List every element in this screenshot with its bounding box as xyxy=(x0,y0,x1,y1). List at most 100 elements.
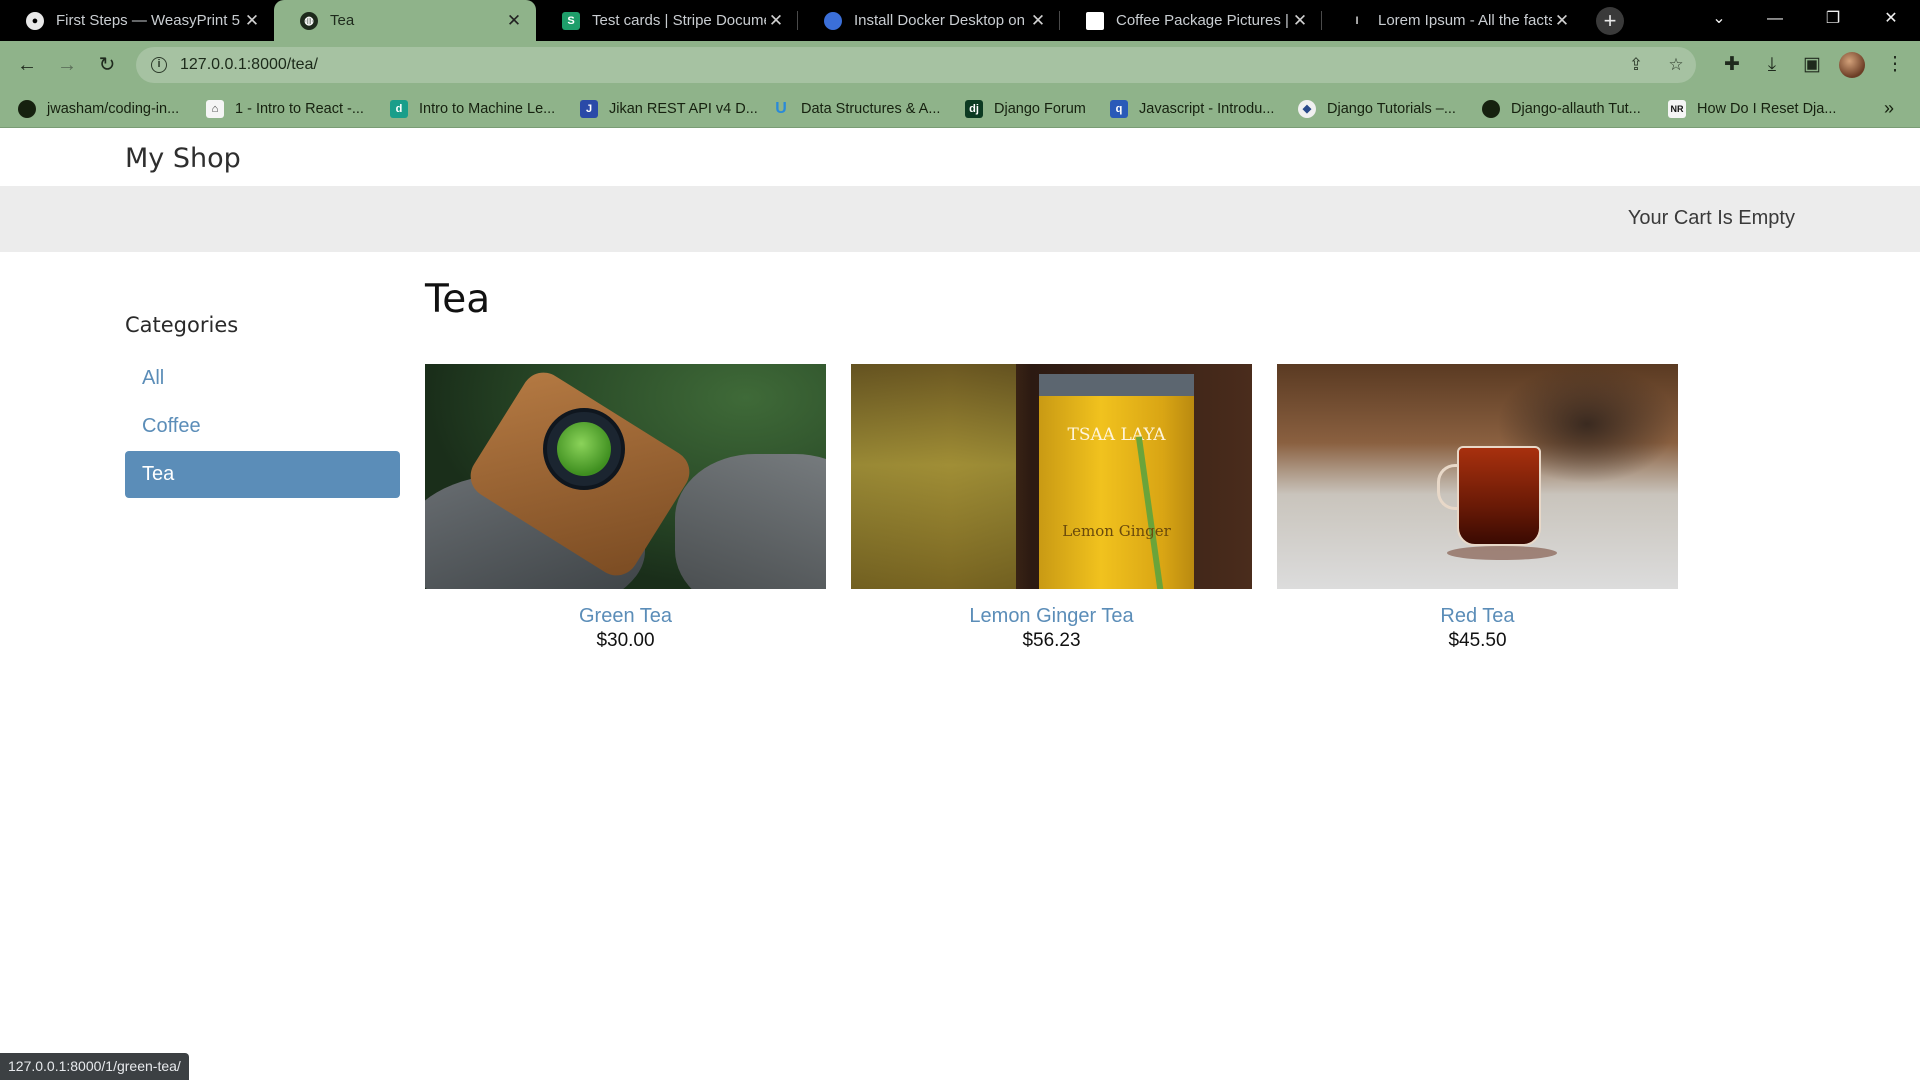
bookmark-label: Django-allauth Tut... xyxy=(1511,100,1641,117)
dj-icon: dj xyxy=(965,99,983,118)
category-coffee[interactable]: Coffee xyxy=(125,403,400,450)
tab-title: Test cards | Stripe Documen xyxy=(592,12,766,29)
product-name-link[interactable]: Lemon Ginger Tea xyxy=(851,605,1252,628)
close-icon[interactable]: ✕ xyxy=(1028,11,1048,31)
github-icon: ● xyxy=(26,11,44,30)
nr-icon: NR xyxy=(1668,99,1686,118)
site-info-icon[interactable]: i xyxy=(151,57,167,73)
red-tea-image[interactable] xyxy=(1277,364,1678,589)
tab-strip: ● First Steps — WeasyPrint 5 ✕ ◍ Tea ✕ S… xyxy=(0,0,1920,41)
cart-bar: Your Cart Is Empty xyxy=(0,186,1920,252)
minimize-button[interactable]: — xyxy=(1752,0,1798,41)
bookmark-item[interactable]: d Intro to Machine Le... xyxy=(390,89,555,128)
extensions-icon[interactable]: ✚ xyxy=(1717,50,1747,80)
tab-title: First Steps — WeasyPrint 5 xyxy=(56,12,240,29)
restore-button[interactable]: ❐ xyxy=(1810,0,1856,41)
more-bookmarks-icon[interactable]: » xyxy=(1884,89,1894,128)
bookmark-label: Django Tutorials –... xyxy=(1327,100,1456,117)
github-icon xyxy=(18,99,36,118)
bookmark-label: How Do I Reset Dja... xyxy=(1697,100,1837,117)
green-tea-image[interactable] xyxy=(425,364,826,589)
url-text[interactable]: 127.0.0.1:8000/tea/ xyxy=(180,56,1616,74)
tab-title: Tea xyxy=(330,12,355,29)
product-name-link[interactable]: Green Tea xyxy=(425,605,826,628)
browser-toolbar: ← → ↻ i 127.0.0.1:8000/tea/ ⇪ ☆ ✚ ⤓ ▣ ⋮ xyxy=(0,41,1920,89)
forward-button[interactable]: → xyxy=(52,50,82,80)
cart-status: Your Cart Is Empty xyxy=(1627,207,1795,229)
bookmark-label: Intro to Machine Le... xyxy=(419,100,556,117)
tab-lorem-ipsum[interactable]: I Lorem Ipsum - All the facts ✕ xyxy=(1322,0,1584,41)
tab-docker[interactable]: Install Docker Desktop on V ✕ xyxy=(798,0,1060,41)
close-icon[interactable]: ✕ xyxy=(766,11,786,31)
tab-weasyprint[interactable]: ● First Steps — WeasyPrint 5 ✕ xyxy=(0,0,274,41)
close-icon[interactable]: ✕ xyxy=(1552,11,1572,31)
address-bar[interactable]: i 127.0.0.1:8000/tea/ ⇪ ☆ xyxy=(136,47,1696,83)
close-window-button[interactable]: ✕ xyxy=(1868,0,1914,41)
bookmark-item[interactable]: J Jikan REST API v4 D... xyxy=(580,89,758,128)
globe-icon xyxy=(1482,99,1500,118)
stripe-icon: S xyxy=(562,11,580,30)
category-list: All Coffee Tea xyxy=(125,355,400,499)
tab-title: Install Docker Desktop on V xyxy=(854,12,1028,29)
bookmark-star-icon[interactable]: ☆ xyxy=(1656,55,1696,75)
d-icon: d xyxy=(390,99,408,118)
bookmark-item[interactable]: NR How Do I Reset Dja... xyxy=(1668,89,1836,128)
bookmark-item[interactable]: ◆ Django Tutorials –... xyxy=(1298,89,1456,128)
page-title: Tea xyxy=(425,277,491,322)
bookmark-label: Data Structures & A... xyxy=(801,100,941,117)
bookmark-item[interactable]: U Data Structures & A... xyxy=(772,89,940,128)
product-card: Red Tea $45.50 xyxy=(1277,364,1678,652)
bookmark-label: Jikan REST API v4 D... xyxy=(609,100,758,117)
lemon-ginger-tea-image[interactable]: TSAA LAYA Lemon Ginger xyxy=(851,364,1252,589)
new-tab-button[interactable]: + xyxy=(1596,7,1624,35)
bookmark-item[interactable]: ⌂ 1 - Intro to React -... xyxy=(206,89,364,128)
bookmark-item[interactable]: dj Django Forum xyxy=(965,89,1086,128)
share-icon[interactable]: ⇪ xyxy=(1616,55,1656,75)
page-content: My Shop Your Cart Is Empty Categories Al… xyxy=(0,129,1920,1080)
bookmark-item[interactable]: jwasham/coding-in... xyxy=(18,89,179,128)
u-icon: U xyxy=(775,99,787,117)
q-icon: q xyxy=(1110,99,1128,118)
unsplash-icon xyxy=(1086,11,1104,30)
back-button[interactable]: ← xyxy=(12,50,42,80)
bookmark-label: Javascript - Introdu... xyxy=(1139,100,1275,117)
reload-button[interactable]: ↻ xyxy=(92,50,122,80)
close-icon[interactable]: ✕ xyxy=(1290,11,1310,31)
product-grid: Green Tea $30.00 TSAA LAYA Lemon Ginger … xyxy=(425,364,1680,684)
bookmark-item[interactable]: q Javascript - Introdu... xyxy=(1110,89,1274,128)
categories-title: Categories xyxy=(125,313,239,337)
profile-avatar[interactable] xyxy=(1839,52,1865,78)
bookmarks-bar: jwasham/coding-in... ⌂ 1 - Intro to Reac… xyxy=(0,89,1920,128)
product-price: $30.00 xyxy=(596,630,655,651)
shop-brand[interactable]: My Shop xyxy=(125,143,241,174)
side-panel-icon[interactable]: ▣ xyxy=(1797,50,1827,80)
python-icon: ◆ xyxy=(1298,99,1316,118)
product-price: $56.23 xyxy=(1022,630,1081,651)
tab-tea[interactable]: ◍ Tea ✕ xyxy=(274,0,536,41)
bookmark-item[interactable]: Django-allauth Tut... xyxy=(1482,89,1641,128)
lipsum-icon: I xyxy=(1355,14,1359,27)
tin-brand-text: TSAA LAYA xyxy=(1067,425,1166,445)
building-icon: ⌂ xyxy=(206,99,224,118)
bookmark-label: 1 - Intro to React -... xyxy=(235,100,364,117)
close-icon[interactable]: ✕ xyxy=(242,11,262,31)
menu-icon[interactable]: ⋮ xyxy=(1880,50,1910,80)
product-card: TSAA LAYA Lemon Ginger Lemon Ginger Tea … xyxy=(851,364,1252,652)
product-name-link[interactable]: Red Tea xyxy=(1277,605,1678,628)
tab-title: Lorem Ipsum - All the facts xyxy=(1378,12,1552,29)
product-price: $45.50 xyxy=(1448,630,1507,651)
j-icon: J xyxy=(580,99,598,118)
category-tea[interactable]: Tea xyxy=(125,451,400,498)
tab-stripe[interactable]: S Test cards | Stripe Documen ✕ xyxy=(536,0,798,41)
download-icon[interactable]: ⤓ xyxy=(1757,50,1787,80)
product-card: Green Tea $30.00 xyxy=(425,364,826,652)
tab-coffee-pictures[interactable]: Coffee Package Pictures | D ✕ xyxy=(1060,0,1322,41)
firefox-icon xyxy=(824,11,842,30)
tab-search-button[interactable]: ⌄ xyxy=(1696,0,1742,41)
bookmark-label: Django Forum xyxy=(994,100,1086,117)
status-url-bubble: 127.0.0.1:8000/1/green-tea/ xyxy=(0,1053,189,1080)
category-all[interactable]: All xyxy=(125,355,400,402)
tin-label-text: Lemon Ginger xyxy=(1062,522,1171,540)
close-icon[interactable]: ✕ xyxy=(504,11,524,31)
tab-title: Coffee Package Pictures | D xyxy=(1116,12,1290,29)
